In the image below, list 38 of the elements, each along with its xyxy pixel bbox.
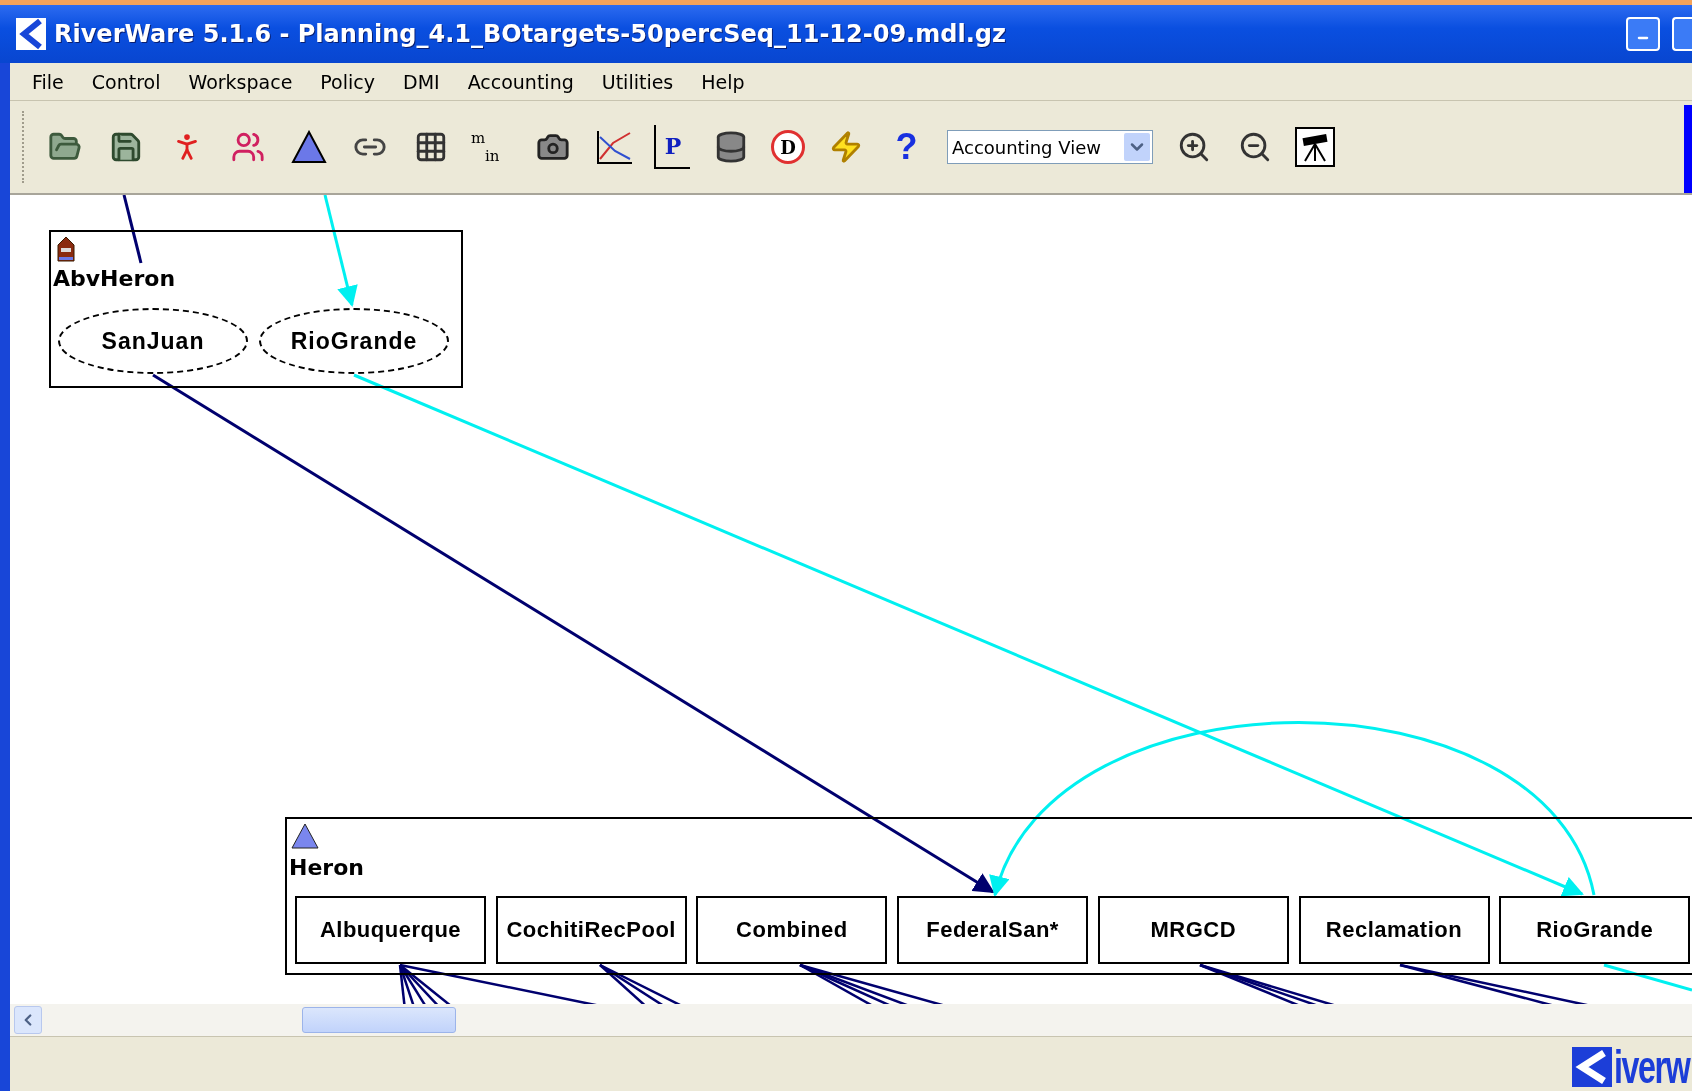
logo-mark-icon bbox=[1572, 1047, 1613, 1087]
input-button[interactable]: m in bbox=[471, 125, 512, 169]
help-button[interactable]: ? bbox=[886, 125, 927, 169]
object-node[interactable]: FederalSan* bbox=[897, 896, 1089, 964]
object-node[interactable]: Albuquerque bbox=[295, 896, 486, 964]
maximize-button[interactable] bbox=[1672, 17, 1692, 51]
app-logo-icon bbox=[16, 18, 46, 50]
menu-item[interactable]: Policy bbox=[306, 70, 389, 93]
minimize-button[interactable] bbox=[1626, 17, 1660, 51]
stop-button[interactable]: D bbox=[771, 130, 805, 164]
menu-item[interactable]: Utilities bbox=[587, 70, 688, 93]
scroll-left-button[interactable] bbox=[14, 1006, 42, 1034]
object-node[interactable]: RioGrande bbox=[1499, 896, 1691, 964]
plot-button[interactable]: P bbox=[654, 125, 690, 169]
link-line bbox=[122, 195, 143, 264]
triangle-icon bbox=[290, 130, 327, 164]
menu-item[interactable]: Accounting bbox=[453, 70, 588, 93]
object-node[interactable]: CochitiRecPool bbox=[495, 896, 687, 964]
view-dropdown[interactable]: Accounting View bbox=[947, 130, 1153, 164]
ellipse-node[interactable]: SanJuan bbox=[58, 308, 248, 374]
menu-item[interactable]: Workspace bbox=[174, 70, 307, 93]
scrollbar-thumb[interactable] bbox=[302, 1007, 456, 1033]
menu-item[interactable]: Control bbox=[77, 70, 175, 93]
object-node[interactable]: Combined bbox=[696, 896, 888, 964]
house-icon bbox=[57, 236, 75, 262]
group-label: AbvHeron bbox=[53, 266, 176, 291]
object-node[interactable]: Reclamation bbox=[1298, 896, 1490, 964]
menu-item[interactable]: DMI bbox=[389, 70, 454, 93]
telescope-button[interactable] bbox=[1295, 127, 1335, 167]
triangle-icon bbox=[291, 823, 319, 849]
line-chart-icon bbox=[594, 129, 633, 165]
ellipse-node[interactable]: RioGrande bbox=[259, 308, 449, 374]
object-node[interactable]: MRGCD bbox=[1097, 896, 1289, 964]
group-label: Heron bbox=[289, 855, 364, 880]
menu-item[interactable]: File bbox=[18, 70, 78, 93]
logo-text: iverw bbox=[1614, 1044, 1690, 1090]
window-title: RiverWare 5.1.6 - Planning_4.1_BOtargets-50percSeq_11-12-09.mdl.gz bbox=[54, 20, 1006, 48]
menu-item[interactable]: Help bbox=[687, 70, 759, 93]
